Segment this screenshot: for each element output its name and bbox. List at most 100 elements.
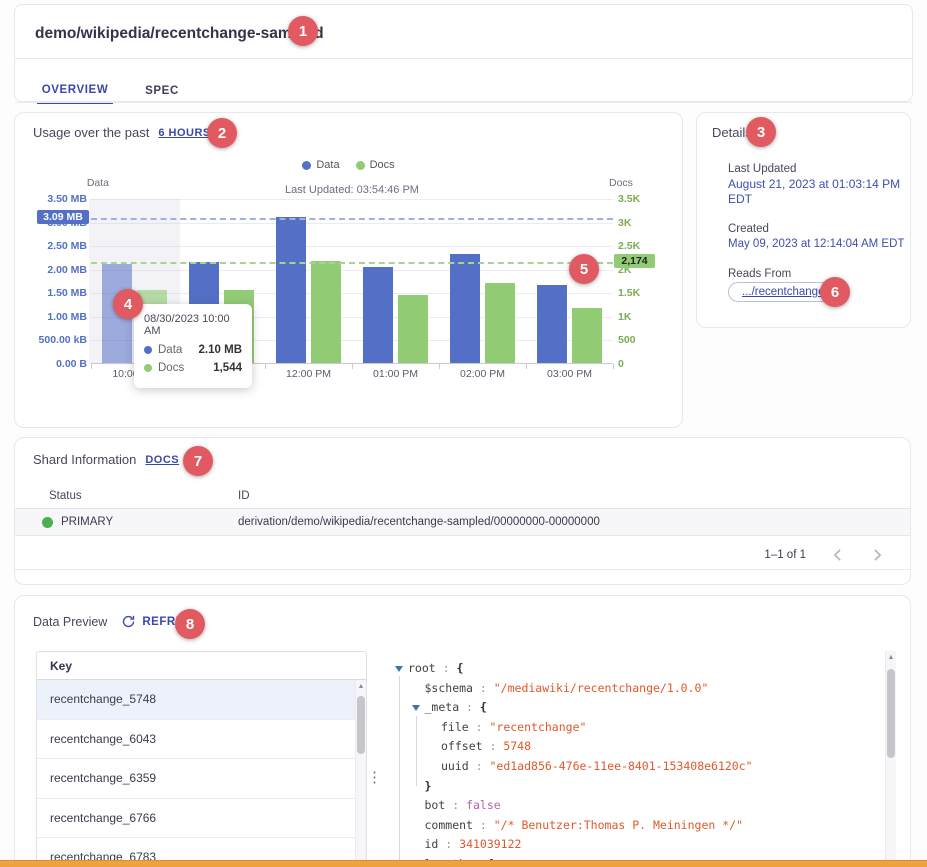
x-axis-tick bbox=[526, 364, 527, 369]
docs-bar[interactable] bbox=[398, 295, 428, 363]
json-line: offset : 5748 bbox=[441, 737, 531, 757]
shard-table-row[interactable]: PRIMARY derivation/demo/wikipedia/recent… bbox=[15, 509, 910, 536]
bottom-accent-bar bbox=[0, 860, 927, 867]
usage-range-link[interactable]: 6 HOURS bbox=[158, 127, 210, 139]
x-axis-tick bbox=[439, 364, 440, 369]
docs-max-badge: 2,174 bbox=[614, 254, 655, 268]
json-line: file : "recentchange" bbox=[441, 718, 586, 738]
json-line: bot : false bbox=[425, 796, 501, 816]
json-line: id : 341039122 bbox=[425, 835, 522, 855]
left-axis-tick: 2.50 MB bbox=[15, 240, 87, 252]
collapse-triangle-icon[interactable] bbox=[395, 666, 403, 672]
data-max-badge: 3.09 MB bbox=[37, 210, 89, 224]
left-axis-tick: 0.00 B bbox=[15, 358, 87, 370]
data-max-markline bbox=[91, 218, 613, 220]
tooltip-data-label: Data bbox=[158, 344, 182, 356]
shard-status-text: PRIMARY bbox=[61, 516, 113, 528]
tab-bar: OVERVIEW SPEC bbox=[37, 77, 193, 104]
x-axis-label: 01:00 PM bbox=[352, 368, 439, 380]
legend-item-data[interactable]: Data bbox=[302, 159, 339, 171]
data-bar[interactable] bbox=[537, 285, 567, 363]
key-list-scroll-thumb[interactable] bbox=[357, 696, 365, 754]
key-list-rows: recentchange_5748recentchange_6043recent… bbox=[37, 680, 366, 867]
screen: demo/wikipedia/recentchange-sampled OVER… bbox=[0, 0, 927, 867]
header-card: demo/wikipedia/recentchange-sampled OVER… bbox=[14, 4, 913, 102]
chevron-left-icon[interactable] bbox=[828, 546, 846, 564]
shard-foot-divider bbox=[15, 569, 910, 570]
reads-from-link[interactable]: .../recentchange bbox=[742, 286, 824, 298]
shard-col-id: ID bbox=[238, 490, 250, 502]
x-axis-label: 02:00 PM bbox=[439, 368, 526, 380]
tooltip-docs-dot bbox=[144, 364, 152, 372]
x-axis-label: 12:00 PM bbox=[265, 368, 352, 380]
docs-max-markline bbox=[91, 262, 613, 264]
tab-overview[interactable]: OVERVIEW bbox=[37, 77, 113, 104]
left-axis-tick: 1.50 MB bbox=[15, 287, 87, 299]
annotation-badge-5: 5 bbox=[569, 254, 599, 284]
shard-status-dot bbox=[42, 517, 53, 528]
legend-docs-label: Docs bbox=[370, 159, 395, 171]
legend-item-docs[interactable]: Docs bbox=[356, 159, 395, 171]
key-list-item[interactable]: recentchange_6766 bbox=[37, 799, 366, 839]
left-axis-tick: 2.00 MB bbox=[15, 264, 87, 276]
json-line: uuid : "ed1ad856-476e-11ee-8401-153408e6… bbox=[441, 757, 753, 777]
key-list-item[interactable]: recentchange_6043 bbox=[37, 720, 366, 760]
json-scrollbar[interactable]: ▲ bbox=[885, 651, 896, 867]
docs-bar[interactable] bbox=[485, 283, 515, 363]
created-label: Created bbox=[728, 223, 769, 235]
docs-bar[interactable] bbox=[311, 261, 341, 363]
json-line: _meta : { bbox=[425, 698, 487, 718]
data-bar[interactable] bbox=[276, 217, 306, 363]
json-line: root : { bbox=[408, 659, 463, 679]
shard-col-status: Status bbox=[49, 490, 82, 502]
scroll-up-icon[interactable]: ▲ bbox=[886, 654, 896, 661]
docs-bar[interactable] bbox=[572, 308, 602, 363]
shard-pagination: 1–1 of 1 bbox=[764, 541, 886, 569]
shard-card: Shard Information DOCS Status ID PRIMARY… bbox=[14, 437, 911, 585]
page-title: demo/wikipedia/recentchange-sampled bbox=[35, 25, 324, 43]
x-axis-tick bbox=[91, 364, 92, 369]
usage-header: Usage over the past 6 HOURS bbox=[33, 125, 234, 140]
right-axis-tick: 2.5K bbox=[618, 240, 640, 252]
key-list-item[interactable]: recentchange_5748 bbox=[37, 680, 366, 720]
tooltip-data-dot bbox=[144, 346, 152, 354]
annotation-badge-1: 1 bbox=[288, 16, 318, 46]
json-line: comment : "/* Benutzer:Thomas P. Meining… bbox=[425, 816, 744, 836]
x-axis-label: 03:00 PM bbox=[526, 368, 613, 380]
json-line: } bbox=[425, 777, 432, 797]
annotation-badge-2: 2 bbox=[207, 118, 237, 148]
json-scroll-thumb[interactable] bbox=[887, 669, 895, 758]
data-bar[interactable] bbox=[450, 254, 480, 363]
tooltip-row-data: Data 2.10 MB bbox=[144, 344, 242, 356]
chart-legend: Data Docs bbox=[15, 159, 682, 171]
left-axis-tick: 1.00 MB bbox=[15, 311, 87, 323]
annotation-badge-3: 3 bbox=[746, 117, 776, 147]
refresh-icon bbox=[121, 614, 136, 629]
scroll-up-icon[interactable]: ▲ bbox=[356, 683, 366, 690]
key-list: Key recentchange_5748recentchange_6043re… bbox=[36, 651, 367, 867]
shard-docs-link[interactable]: DOCS bbox=[145, 454, 179, 466]
x-axis-tick bbox=[352, 364, 353, 369]
key-list-item[interactable]: recentchange_6359 bbox=[37, 759, 366, 799]
title-divider bbox=[15, 58, 912, 59]
collapse-triangle-icon[interactable] bbox=[412, 705, 420, 711]
usage-title: Usage over the past bbox=[33, 125, 149, 140]
right-axis-tick: 1.5K bbox=[618, 287, 640, 299]
legend-data-dot bbox=[302, 161, 311, 170]
tooltip-docs-label: Docs bbox=[158, 362, 184, 374]
preview-title: Data Preview bbox=[33, 615, 107, 629]
data-bar[interactable] bbox=[363, 267, 393, 363]
annotation-badge-6: 6 bbox=[820, 277, 850, 307]
created-value: May 09, 2023 at 12:14:04 AM EDT bbox=[728, 237, 912, 252]
key-list-scrollbar[interactable]: ▲ bbox=[355, 680, 366, 867]
tooltip-row-docs: Docs 1,544 bbox=[144, 362, 242, 374]
last-updated-label: Last Updated bbox=[728, 163, 796, 175]
shard-header: Shard Information DOCS bbox=[33, 452, 201, 467]
data-preview-card: Data Preview REFRESH Key recentchange_57… bbox=[14, 595, 911, 867]
x-axis-tick bbox=[265, 364, 266, 369]
chevron-right-icon[interactable] bbox=[868, 546, 886, 564]
tab-spec[interactable]: SPEC bbox=[131, 77, 193, 104]
shard-id-text: derivation/demo/wikipedia/recentchange-s… bbox=[238, 516, 600, 528]
annotation-badge-7: 7 bbox=[183, 446, 213, 476]
panel-resize-handle[interactable]: ⋮ bbox=[367, 768, 382, 786]
